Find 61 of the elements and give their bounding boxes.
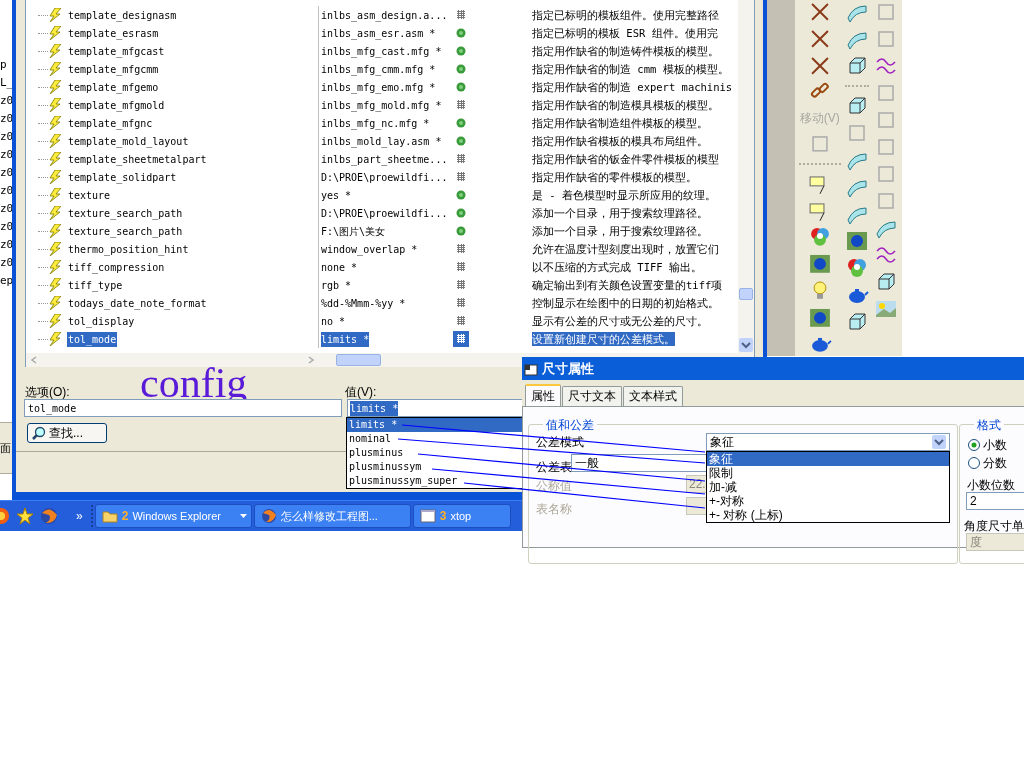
toolbar-label: 移动(V) <box>799 110 840 127</box>
option-description: 是 - 着色模型时显示所应用的纹理。 <box>532 188 716 202</box>
option-value: F:\图片\美女 <box>321 224 386 239</box>
option-value: window_overlap * <box>321 242 418 257</box>
option-description: 指定用作缺省的制造铸件模板的模型。 <box>532 44 719 58</box>
option-value: none * <box>321 260 358 275</box>
text-fragment: 面 <box>0 440 11 456</box>
option-value: inlbs_part_sheetme... <box>321 152 448 167</box>
option-value: inlbs_mfg_nc.mfg * <box>321 116 430 131</box>
option-description: 指定用作缺省的制造 expert machinis <box>532 80 733 94</box>
option-value: inlbs_asm_esr.asm * <box>321 26 436 41</box>
option-description: 指定用作缺省的钣金件零件模板的模型 <box>532 152 719 166</box>
option-description: 指定已标明的模板组件。使用完整路径 <box>532 8 719 22</box>
text-fragment: z0 <box>0 255 12 271</box>
option-value: inlbs_mfg_cmm.mfg * <box>321 62 436 77</box>
text-fragment: ep <box>0 273 12 289</box>
option-description: 指定已标明的模板 ESR 组件。使用完 <box>532 26 718 40</box>
group-title: 格式 <box>974 416 1004 434</box>
option-value: inlbs_mfg_cast.mfg * <box>321 44 442 59</box>
text-fragment: z0 <box>0 219 12 235</box>
option-description: 指定用作缺省的制造 cmm 模板的模型。 <box>532 62 729 76</box>
option-value: D:\PROE\proewildfi... <box>321 206 448 221</box>
option-value: %dd-%Mmm-%yy * <box>321 296 406 311</box>
option-description: 确定输出到有关颜色设置变量的tiff项 <box>532 278 723 292</box>
option-value: limits * <box>321 331 370 347</box>
option-description: 指定用作缺省模板的模具布局组件。 <box>532 134 708 148</box>
option-value: inlbs_mfg_emo.mfg * <box>321 80 436 95</box>
option-value: D:\PROE\proewildfi... <box>321 170 448 185</box>
text-fragment: z0 <box>0 129 12 145</box>
option-description: 设置新创建尺寸的公差模式。 <box>532 332 675 346</box>
window-title: 尺寸属性 <box>542 359 594 378</box>
option-description: 显示有公差的尺寸或无公差的尺寸。 <box>532 314 708 328</box>
option-value: rgb * <box>321 278 352 293</box>
field-label: 公称值 <box>536 478 572 495</box>
text-fragment: z0 <box>0 237 12 253</box>
field-label: 选项(O): <box>25 384 70 401</box>
option-description: 控制显示在绘图中的日期的初始格式。 <box>532 296 719 310</box>
option-value: yes * <box>321 188 352 203</box>
text-fragment: z0 <box>0 183 12 199</box>
group-title: 值和公差 <box>543 416 597 434</box>
option-value: no * <box>321 314 346 329</box>
option-description: 添加一个目录，用于搜索纹理路径。 <box>532 206 708 220</box>
field-label: 角度尺寸单 <box>964 518 1024 535</box>
field-label: 小数位数 <box>967 477 1015 494</box>
option-description: 指定用作缺省的制造模具模板的模型。 <box>532 98 719 112</box>
text-fragment: z0 <box>0 201 12 217</box>
text-fragment: z0 <box>0 111 12 127</box>
option-value: inlbs_asm_design.a... <box>321 8 448 23</box>
option-description: 添加一个目录，用于搜索纹理路径。 <box>532 224 708 238</box>
field-label: 值(V): <box>345 384 377 401</box>
option-value: inlbs_mold_lay.asm * <box>321 134 442 149</box>
text-fragment: z0 <box>0 147 12 163</box>
option-description: 以不压缩的方式完成 TIFF 输出。 <box>532 260 702 274</box>
option-description: 允许在温度计型刻度出现时，放置它们 <box>532 242 719 256</box>
text-fragment: z0 <box>0 93 12 109</box>
text-fragment: p <box>0 57 8 73</box>
text-fragment: z0 <box>0 165 12 181</box>
option-description: 指定用作缺省制造组件模板的模型。 <box>532 116 708 130</box>
option-value: inlbs_mfg_mold.mfg * <box>321 98 442 113</box>
field-label: 表名称 <box>536 501 572 518</box>
option-description: 指定用作缺省的零件模板的模型。 <box>532 170 697 184</box>
